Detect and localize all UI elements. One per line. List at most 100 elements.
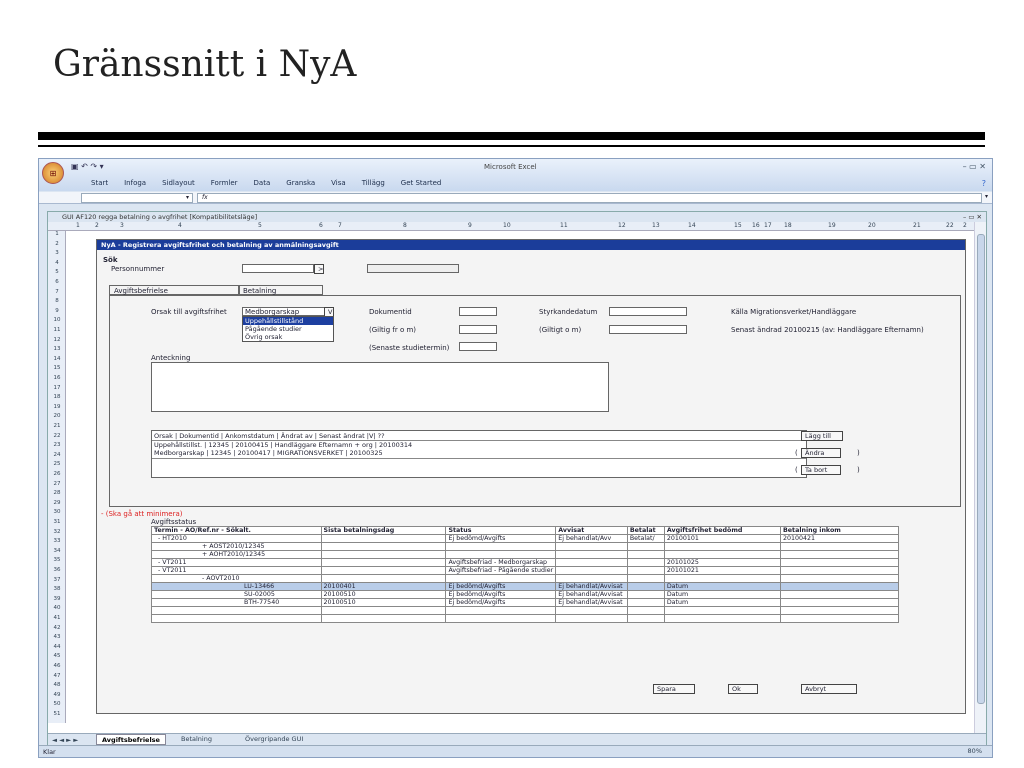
- row-header[interactable]: 18: [48, 394, 66, 400]
- column-header[interactable]: 12: [618, 222, 626, 229]
- table-row-empty[interactable]: [151, 606, 900, 615]
- lagg-till-button[interactable]: Lägg till: [801, 431, 843, 441]
- column-header[interactable]: 7: [338, 222, 342, 229]
- row-header[interactable]: 38: [48, 586, 66, 592]
- column-header[interactable]: 20: [868, 222, 876, 229]
- row-header[interactable]: 10: [48, 317, 66, 323]
- zoom-level[interactable]: 80%: [968, 747, 982, 755]
- menu-sidlayout[interactable]: Sidlayout: [162, 179, 195, 187]
- row-header[interactable]: 26: [48, 471, 66, 477]
- scroll-thumb[interactable]: [977, 234, 985, 704]
- table-row[interactable]: - AOVT2010: [151, 574, 900, 583]
- table-row[interactable]: + AOHT2010/12345: [151, 550, 900, 559]
- row-header[interactable]: 8: [48, 298, 66, 304]
- giltig-from-input[interactable]: [459, 325, 497, 334]
- column-header[interactable]: 17: [764, 222, 772, 229]
- andra-button[interactable]: Ändra: [801, 448, 841, 458]
- senaste-studietermin-input[interactable]: [459, 342, 497, 351]
- orsak-dropdown-list[interactable]: Uppehållstillstånd Pågående studier Övrig …: [242, 316, 334, 342]
- formula-input[interactable]: fx: [197, 193, 982, 203]
- row-header[interactable]: 14: [48, 356, 66, 362]
- row-header[interactable]: 11: [48, 327, 66, 333]
- orsak-select[interactable]: Medborgarskap: [242, 307, 334, 316]
- column-header[interactable]: 5: [258, 222, 262, 229]
- row-header[interactable]: 43: [48, 634, 66, 640]
- row-header[interactable]: 37: [48, 577, 66, 583]
- quick-access-toolbar[interactable]: ▣ ↶ ↷ ▾: [71, 162, 104, 171]
- row-header[interactable]: 36: [48, 567, 66, 573]
- menu-infoga[interactable]: Infoga: [124, 179, 146, 187]
- column-header[interactable]: 2: [963, 222, 967, 229]
- row-header[interactable]: 13: [48, 346, 66, 352]
- row-header[interactable]: 23: [48, 442, 66, 448]
- row-header[interactable]: 45: [48, 653, 66, 659]
- list-item[interactable]: Uppehållstillst. | 12345 | 20100415 | Ha…: [154, 441, 412, 449]
- menu-granska[interactable]: Granska: [286, 179, 315, 187]
- tab-betalning[interactable]: Betalning: [239, 285, 323, 295]
- table-row[interactable]: BTH-77540 20100510 Ej bedömd/Avgifts Ej beh…: [151, 598, 900, 607]
- row-header[interactable]: 2: [48, 241, 66, 247]
- row-header[interactable]: 33: [48, 538, 66, 544]
- help-icon[interactable]: ?: [982, 179, 986, 188]
- orsak-list[interactable]: Orsak | Dokumentid | Ankomstdatum | Ändr…: [151, 430, 807, 478]
- table-row-empty[interactable]: [151, 614, 900, 623]
- table-row[interactable]: - VT2011 Avgiftsbefriad - Pågående studie…: [151, 566, 900, 575]
- row-header[interactable]: 19: [48, 404, 66, 410]
- row-header[interactable]: 28: [48, 490, 66, 496]
- column-header[interactable]: 13: [652, 222, 660, 229]
- column-header[interactable]: 16: [752, 222, 760, 229]
- tab-avgiftsbefrielse[interactable]: Avgiftsbefrielse: [109, 285, 239, 295]
- expand-formula-icon[interactable]: ▾: [985, 193, 988, 200]
- giltigt-om-input[interactable]: [609, 325, 687, 334]
- row-header[interactable]: 35: [48, 557, 66, 563]
- table-row[interactable]: + AOST2010/12345: [151, 542, 900, 551]
- row-header[interactable]: 32: [48, 529, 66, 535]
- table-row[interactable]: SU-02005 20100510 Ej bedömd/Avgifts Ej beha…: [151, 590, 900, 599]
- table-row[interactable]: - VT2011 Avgiftsbefriad - Medborgarskap 20…: [151, 558, 900, 567]
- column-header[interactable]: 22: [946, 222, 954, 229]
- table-row[interactable]: - HT2010 Ej bedömd/Avgifts Ej behandlat/Av…: [151, 534, 900, 543]
- avbryt-button[interactable]: Avbryt: [801, 684, 857, 694]
- row-header[interactable]: 46: [48, 663, 66, 669]
- column-header[interactable]: 21: [913, 222, 921, 229]
- row-header[interactable]: 34: [48, 548, 66, 554]
- row-header[interactable]: 22: [48, 433, 66, 439]
- column-header[interactable]: 2: [95, 222, 99, 229]
- menu-formler[interactable]: Formler: [211, 179, 238, 187]
- row-header[interactable]: 44: [48, 644, 66, 650]
- column-header[interactable]: 3: [120, 222, 124, 229]
- column-header[interactable]: 1: [76, 222, 80, 229]
- menu-tillägg[interactable]: Tillägg: [362, 179, 385, 187]
- sheet-tab-avgiftsbefrielse[interactable]: Avgiftsbefrielse: [96, 734, 166, 745]
- row-header[interactable]: 31: [48, 519, 66, 525]
- column-header[interactable]: 18: [784, 222, 792, 229]
- sheet-tab-overgripande[interactable]: Övergripande GUI: [240, 734, 308, 745]
- column-header[interactable]: 9: [468, 222, 472, 229]
- column-header[interactable]: 4: [178, 222, 182, 229]
- row-header[interactable]: 39: [48, 596, 66, 602]
- row-header[interactable]: 27: [48, 481, 66, 487]
- list-item[interactable]: Medborgarskap | 12345 | 20100417 | MIGRA…: [154, 449, 383, 457]
- row-header[interactable]: 51: [48, 711, 66, 717]
- search-button[interactable]: >: [314, 264, 324, 274]
- workbook-controls[interactable]: – ▭ ✕: [963, 212, 982, 222]
- vertical-scrollbar[interactable]: [974, 222, 986, 745]
- office-button[interactable]: ⊞: [42, 162, 64, 184]
- ta-bort-button[interactable]: Ta bort: [801, 465, 841, 475]
- dokumentid-input[interactable]: [459, 307, 497, 316]
- row-header[interactable]: 47: [48, 673, 66, 679]
- row-header[interactable]: 42: [48, 625, 66, 631]
- row-header[interactable]: 3: [48, 250, 66, 256]
- personnummer-input[interactable]: [242, 264, 314, 273]
- menu-start[interactable]: Start: [91, 179, 108, 187]
- window-controls[interactable]: – ▭ ✕: [963, 162, 986, 171]
- name-box[interactable]: ▾: [81, 193, 193, 203]
- row-header[interactable]: 48: [48, 682, 66, 688]
- column-header[interactable]: 10: [503, 222, 511, 229]
- row-header[interactable]: 16: [48, 375, 66, 381]
- orsak-option[interactable]: Uppehållstillstånd: [243, 317, 333, 325]
- styrkandedatum-input[interactable]: [609, 307, 687, 316]
- row-header[interactable]: 6: [48, 279, 66, 285]
- row-header[interactable]: 15: [48, 365, 66, 371]
- row-header[interactable]: 25: [48, 461, 66, 467]
